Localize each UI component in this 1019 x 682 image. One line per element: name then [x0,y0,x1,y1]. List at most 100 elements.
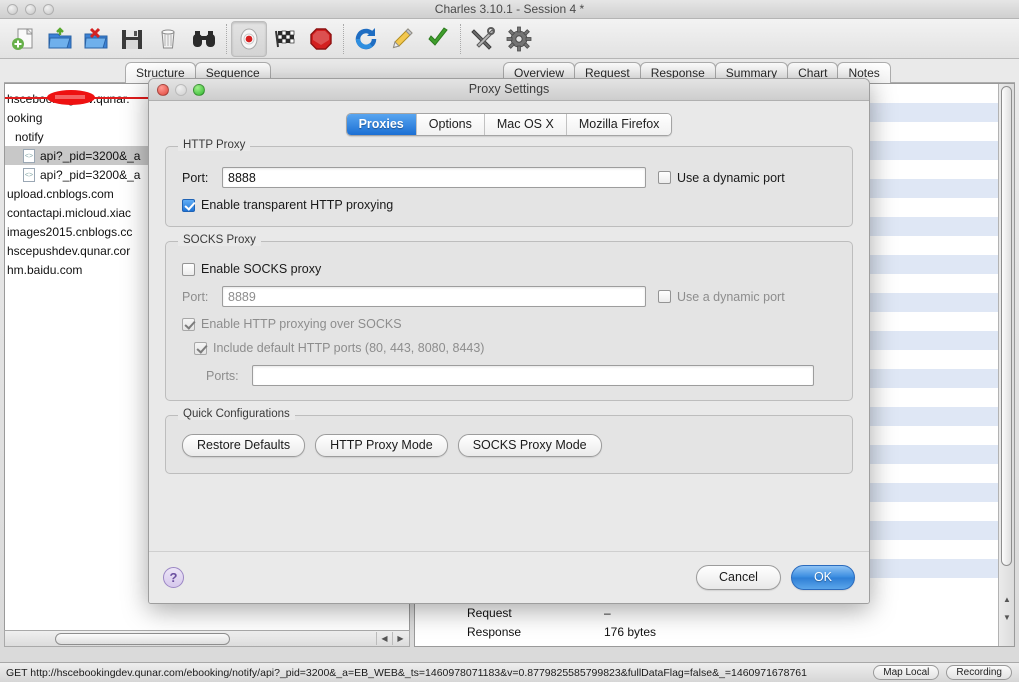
quick-configurations-content: Restore Defaults HTTP Proxy Mode SOCKS P… [166,416,852,473]
ports-row: Ports: [182,365,836,386]
validate-icon[interactable] [420,21,456,57]
tree-item-label: ooking [7,110,43,125]
record-icon[interactable] [231,20,267,57]
tools-icon[interactable] [465,21,501,57]
row-key: Request [467,605,512,620]
table-row[interactable]: Response 176 bytes [415,622,995,641]
http-proxy-group-content: Port: 8888 Use a dynamic port Enable tra… [166,147,852,226]
repeat-icon[interactable] [348,21,384,57]
socks-dynamic-port-checkbox-row[interactable]: Use a dynamic port [658,290,785,304]
tree-item-label: hm.baidu.com [7,262,83,277]
dialog-tab-mac-os-x[interactable]: Mac OS X [484,114,567,135]
settings-icon[interactable] [501,21,537,57]
checkbox-icon[interactable] [658,171,671,184]
table-row[interactable]: Total 1.75 KB (1790 bytes) [415,641,995,647]
redaction-blob [47,90,95,105]
row-value: – [604,605,611,620]
tree-item-label: notify [15,129,44,144]
scroll-left-icon[interactable]: ◀ [376,632,392,645]
detail-summary-table: Request – Response 176 bytes Total 1.75 … [415,603,995,647]
transparent-proxying-row[interactable]: Enable transparent HTTP proxying [182,198,836,212]
help-icon[interactable]: ? [163,567,184,588]
quick-configurations-group: Quick Configurations Restore Defaults HT… [165,408,853,474]
scrollbar-arrows: ◀ ▶ [376,632,408,645]
dialog-titlebar: Proxy Settings [149,79,869,101]
socks-port-input[interactable]: 8889 [222,286,646,307]
http-proxy-group-title: HTTP Proxy [178,139,251,151]
status-pill-map-local[interactable]: Map Local [873,665,940,680]
enable-socks-label: Enable SOCKS proxy [201,262,322,276]
main-toolbar [0,19,1019,59]
http-over-socks-row[interactable]: Enable HTTP proxying over SOCKS [182,317,836,331]
default-http-ports-row[interactable]: Include default HTTP ports (80, 443, 808… [182,341,836,355]
socks-proxy-group-content: Enable SOCKS proxy Port: 8889 Use a dyna… [166,242,852,400]
proxy-settings-dialog: Proxy Settings Proxies Options Mac OS X … [148,78,870,604]
checkbox-icon[interactable] [182,198,195,212]
checkbox-icon[interactable] [194,341,207,355]
enable-socks-row[interactable]: Enable SOCKS proxy [182,262,836,276]
cancel-button[interactable]: Cancel [696,565,781,590]
main-titlebar: Charles 3.10.1 - Session 4 * [0,0,1019,19]
dialog-tab-options[interactable]: Options [416,114,485,135]
http-port-row: Port: 8888 Use a dynamic port [182,167,836,188]
transparent-proxying-label: Enable transparent HTTP proxying [201,198,394,212]
clear-session-icon[interactable] [150,21,186,57]
tree-item-label: upload.cnblogs.com [7,186,114,201]
socks-proxy-group-title: SOCKS Proxy [178,234,261,246]
default-http-ports-label: Include default HTTP ports (80, 443, 808… [213,341,485,355]
quick-configurations-group-title: Quick Configurations [178,408,295,420]
http-port-input[interactable]: 8888 [222,167,646,188]
ok-button[interactable]: OK [790,565,855,590]
charles-app-window: Charles 3.10.1 - Session 4 * Structure S… [0,0,1019,682]
scroll-down-icon[interactable]: ▼ [999,610,1014,625]
tree-item-label: hscepushdev.qunar.cor [7,243,131,258]
checkbox-icon[interactable] [182,262,195,276]
tree-item-label: contactapi.micloud.xiac [7,205,132,220]
new-session-icon[interactable] [6,21,42,57]
checkbox-icon[interactable] [658,290,671,303]
detail-vertical-scrollbar[interactable]: ▲ ▼ [998,84,1014,646]
scrollbar-thumb[interactable] [1001,86,1012,566]
socks-proxy-mode-button[interactable]: SOCKS Proxy Mode [457,434,602,457]
socks-proxy-group: SOCKS Proxy Enable SOCKS proxy Port: 888… [165,234,853,401]
status-bar: GET http://hscebookingdev.qunar.com/eboo… [0,662,1019,682]
scroll-up-icon[interactable]: ▲ [999,592,1014,607]
tree-item-label: api?_pid=3200&_a [40,167,141,182]
socks-port-row: Port: 8889 Use a dynamic port [182,286,836,307]
find-icon[interactable] [186,21,222,57]
quick-config-button-row: Restore Defaults HTTP Proxy Mode SOCKS P… [182,434,836,457]
socks-dynamic-port-label: Use a dynamic port [677,289,785,304]
status-pill-recording[interactable]: Recording [946,665,1012,680]
http-dynamic-port-checkbox-row[interactable]: Use a dynamic port [658,171,785,185]
ports-label: Ports: [206,368,239,383]
tree-horizontal-scrollbar[interactable]: ◀ ▶ [4,630,410,647]
restore-defaults-button[interactable]: Restore Defaults [182,434,306,457]
tree-item-label: api?_pid=3200&_a [40,148,141,163]
http-port-label: Port: [182,170,209,185]
ports-input[interactable] [252,365,814,386]
tree-item-label: images2015.cnblogs.cc [7,224,133,239]
scroll-right-icon[interactable]: ▶ [392,632,408,645]
row-key: Total [415,644,600,647]
socks-port-label: Port: [182,289,209,304]
row-value: 1.75 KB (1790 bytes) [600,644,995,647]
stop-icon[interactable] [303,21,339,57]
compose-icon[interactable] [384,21,420,57]
throttle-icon[interactable] [267,21,303,57]
http-proxy-mode-button[interactable]: HTTP Proxy Mode [315,434,448,457]
dialog-title: Proxy Settings [468,82,550,96]
close-session-icon[interactable] [78,21,114,57]
checkbox-icon[interactable] [182,317,195,331]
scrollbar-thumb[interactable] [55,633,230,645]
dialog-tabstrip: Proxies Options Mac OS X Mozilla Firefox [345,113,673,136]
open-session-icon[interactable] [42,21,78,57]
dialog-tab-mozilla-firefox[interactable]: Mozilla Firefox [566,114,672,135]
save-session-icon[interactable] [114,21,150,57]
toolbar-divider-1 [226,23,227,54]
table-row[interactable]: Request – [415,603,995,622]
document-icon: <> [23,167,35,182]
window-title: Charles 3.10.1 - Session 4 * [434,2,585,16]
http-dynamic-port-label: Use a dynamic port [677,170,785,185]
dialog-tab-proxies[interactable]: Proxies [346,114,417,135]
toolbar-divider-3 [460,23,461,54]
